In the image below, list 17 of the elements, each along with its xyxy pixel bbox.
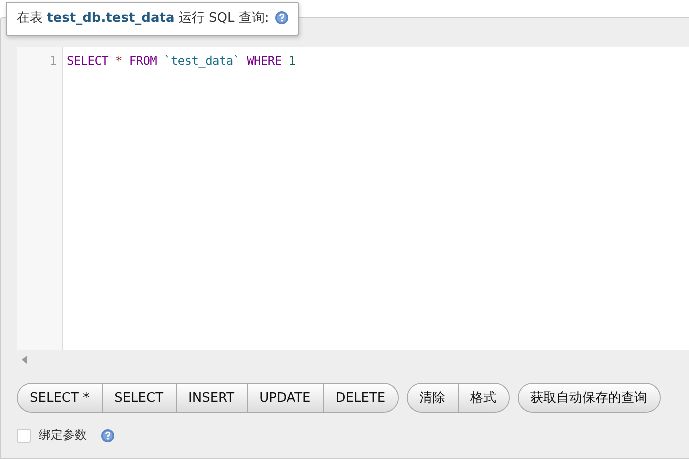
query-button[interactable]: DELETE (322, 384, 398, 412)
sql-editor[interactable]: 1 SELECT * FROM `test_data` WHERE 1 (17, 47, 689, 350)
query-button[interactable]: INSERT (176, 384, 247, 412)
checkbox[interactable] (17, 428, 31, 442)
query-button[interactable]: SELECT (102, 384, 176, 412)
bind-parameters-label: 绑定参数 (39, 427, 87, 444)
query-button[interactable]: 格式 (458, 384, 509, 412)
query-button[interactable]: UPDATE (246, 384, 323, 412)
query-button[interactable]: SELECT * (18, 384, 102, 412)
legend-text: 在表 test_db.test_data 运行 SQL 查询: (17, 10, 270, 27)
help-icon[interactable] (101, 428, 115, 442)
scroll-left-icon[interactable] (22, 356, 27, 364)
query-button[interactable]: 获取自动保存的查询 (518, 384, 660, 412)
help-icon[interactable] (275, 11, 290, 25)
line-number: 1 (48, 54, 58, 68)
query-button[interactable]: 清除 (408, 384, 458, 412)
code-line: SELECT * FROM `test_data` WHERE 1 (67, 54, 296, 68)
